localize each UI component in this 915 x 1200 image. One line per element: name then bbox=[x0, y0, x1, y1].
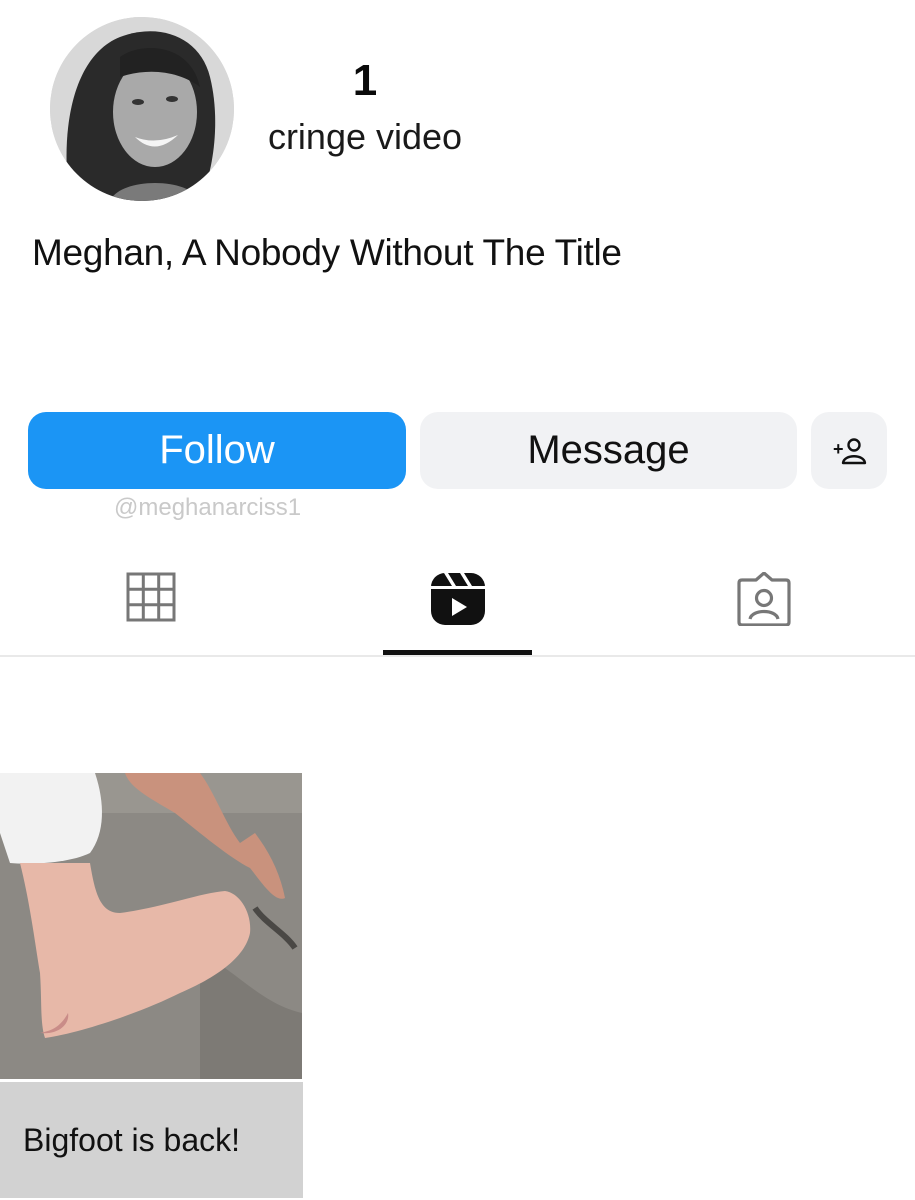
suggest-user-button[interactable]: + bbox=[811, 412, 887, 489]
video-count-label: cringe video bbox=[267, 116, 463, 157]
post-video-preview bbox=[0, 773, 302, 1079]
tagged-icon bbox=[737, 572, 791, 626]
tab-tagged[interactable] bbox=[736, 572, 792, 626]
tab-reels[interactable] bbox=[430, 572, 486, 626]
follow-button[interactable]: Follow bbox=[28, 412, 406, 489]
tab-divider bbox=[0, 655, 915, 657]
tab-posts-grid[interactable] bbox=[126, 572, 176, 622]
video-count-stat[interactable]: 1 cringe video bbox=[250, 55, 480, 159]
svg-text:+: + bbox=[833, 439, 844, 459]
add-person-icon: + bbox=[833, 437, 867, 464]
profile-display-name: Meghan, A Nobody Without The Title bbox=[32, 232, 622, 273]
post-thumbnail[interactable] bbox=[0, 773, 302, 1079]
grid-icon bbox=[126, 572, 176, 622]
profile-handle: @meghanarciss1 bbox=[114, 494, 302, 521]
avatar-photo bbox=[50, 17, 234, 201]
profile-avatar[interactable] bbox=[50, 17, 234, 201]
reels-icon bbox=[431, 573, 485, 625]
post-caption[interactable]: Bigfoot is back! bbox=[0, 1082, 303, 1198]
video-count: 1 bbox=[352, 56, 378, 105]
message-button[interactable]: Message bbox=[420, 412, 797, 489]
